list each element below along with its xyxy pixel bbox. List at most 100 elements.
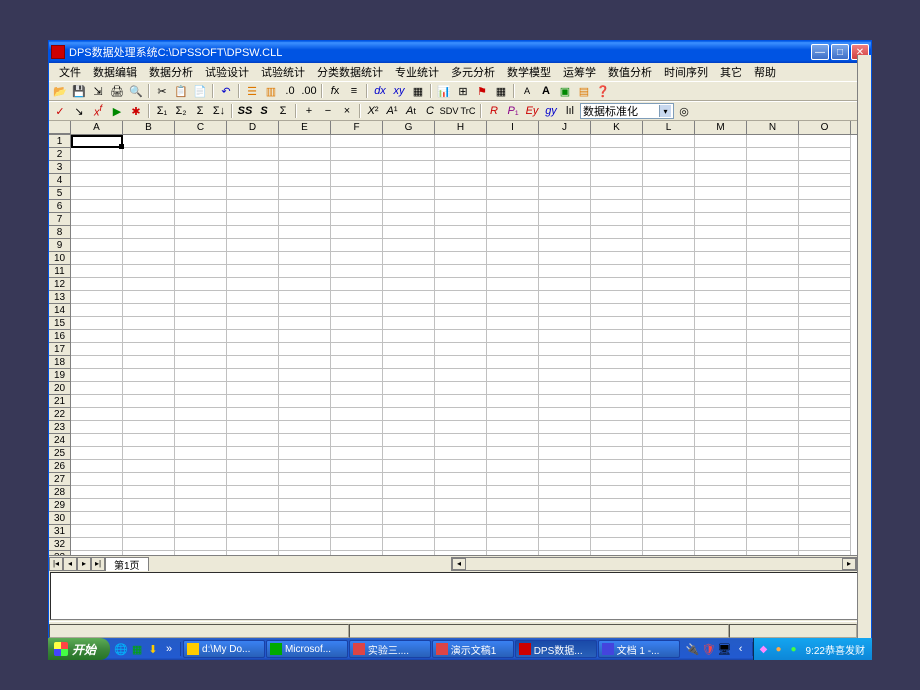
cell[interactable] xyxy=(695,499,747,512)
cell[interactable] xyxy=(695,343,747,356)
cell[interactable] xyxy=(435,356,487,369)
cell[interactable] xyxy=(591,460,643,473)
cell[interactable] xyxy=(539,135,591,148)
cell[interactable] xyxy=(435,135,487,148)
cell[interactable] xyxy=(227,330,279,343)
cell[interactable] xyxy=(539,252,591,265)
cell[interactable] xyxy=(747,538,799,551)
row-header[interactable]: 10 xyxy=(49,252,71,265)
cell[interactable] xyxy=(591,265,643,278)
cell[interactable] xyxy=(227,291,279,304)
col-header[interactable]: C xyxy=(175,121,227,134)
cell[interactable] xyxy=(695,551,747,555)
cell[interactable] xyxy=(539,421,591,434)
pointer-icon[interactable]: ↘ xyxy=(70,103,88,119)
cell[interactable] xyxy=(799,408,851,421)
cell[interactable] xyxy=(643,421,695,434)
cell[interactable] xyxy=(71,148,123,161)
cell[interactable] xyxy=(331,239,383,252)
dx-icon[interactable]: dx xyxy=(371,83,389,99)
row-header[interactable]: 22 xyxy=(49,408,71,421)
cell[interactable] xyxy=(435,265,487,278)
cell[interactable] xyxy=(279,512,331,525)
cell[interactable] xyxy=(799,343,851,356)
cell[interactable] xyxy=(487,395,539,408)
cell[interactable] xyxy=(227,278,279,291)
cell[interactable] xyxy=(331,148,383,161)
export-icon[interactable]: ⇲ xyxy=(89,83,107,99)
cell[interactable] xyxy=(747,213,799,226)
cell[interactable] xyxy=(383,278,435,291)
cell[interactable] xyxy=(435,499,487,512)
row-header[interactable]: 24 xyxy=(49,434,71,447)
cell[interactable] xyxy=(591,525,643,538)
tab-next-icon[interactable]: ▸ xyxy=(77,557,91,571)
col-header[interactable]: I xyxy=(487,121,539,134)
cell[interactable] xyxy=(331,226,383,239)
task-button[interactable]: d:\My Do... xyxy=(183,640,265,658)
gy-icon[interactable]: gy xyxy=(542,103,560,119)
cell[interactable] xyxy=(383,161,435,174)
menu-or[interactable]: 运筹学 xyxy=(557,64,602,80)
cell[interactable] xyxy=(279,265,331,278)
cell[interactable] xyxy=(591,252,643,265)
cell[interactable] xyxy=(747,434,799,447)
cell[interactable] xyxy=(331,512,383,525)
cell[interactable] xyxy=(695,538,747,551)
col-header[interactable]: D xyxy=(227,121,279,134)
vertical-scrollbar[interactable] xyxy=(857,135,871,555)
bars-icon[interactable]: lıl xyxy=(561,103,579,119)
row-header[interactable]: 29 xyxy=(49,499,71,512)
cell[interactable] xyxy=(123,369,175,382)
cell[interactable] xyxy=(695,135,747,148)
cell[interactable] xyxy=(435,304,487,317)
cell[interactable] xyxy=(799,226,851,239)
cell[interactable] xyxy=(435,161,487,174)
cell[interactable] xyxy=(487,304,539,317)
cell[interactable] xyxy=(539,304,591,317)
cell[interactable] xyxy=(175,343,227,356)
cell[interactable] xyxy=(123,356,175,369)
cell[interactable] xyxy=(175,317,227,330)
cell[interactable] xyxy=(591,395,643,408)
cell[interactable] xyxy=(71,460,123,473)
cell[interactable] xyxy=(279,356,331,369)
cell[interactable] xyxy=(539,148,591,161)
cell[interactable] xyxy=(435,434,487,447)
cell[interactable] xyxy=(435,486,487,499)
panel-icon[interactable]: ▤ xyxy=(575,83,593,99)
cell[interactable] xyxy=(123,486,175,499)
cell[interactable] xyxy=(331,200,383,213)
xy-icon[interactable]: xy xyxy=(390,83,408,99)
cell[interactable] xyxy=(123,148,175,161)
cell[interactable] xyxy=(747,200,799,213)
cell[interactable] xyxy=(591,161,643,174)
cell[interactable] xyxy=(539,278,591,291)
window-icon[interactable]: ▣ xyxy=(556,83,574,99)
cell[interactable] xyxy=(435,317,487,330)
cell[interactable] xyxy=(747,460,799,473)
cell[interactable] xyxy=(227,512,279,525)
cell[interactable] xyxy=(487,317,539,330)
cell[interactable] xyxy=(279,343,331,356)
cell[interactable] xyxy=(227,434,279,447)
cell[interactable] xyxy=(175,525,227,538)
cell[interactable] xyxy=(695,226,747,239)
cell[interactable] xyxy=(71,239,123,252)
cell[interactable] xyxy=(71,551,123,555)
cell[interactable] xyxy=(175,265,227,278)
cell[interactable] xyxy=(123,291,175,304)
sdv-icon[interactable]: SDV xyxy=(440,103,458,119)
fx-icon[interactable]: fx xyxy=(326,83,344,99)
cell[interactable] xyxy=(331,525,383,538)
cell[interactable] xyxy=(383,304,435,317)
cell[interactable] xyxy=(123,447,175,460)
cell[interactable] xyxy=(227,317,279,330)
cell[interactable] xyxy=(383,330,435,343)
cell[interactable] xyxy=(747,512,799,525)
col-header[interactable]: F xyxy=(331,121,383,134)
cell[interactable] xyxy=(487,486,539,499)
check-icon[interactable]: ✓ xyxy=(51,103,69,119)
col-header[interactable]: L xyxy=(643,121,695,134)
cell[interactable] xyxy=(799,265,851,278)
